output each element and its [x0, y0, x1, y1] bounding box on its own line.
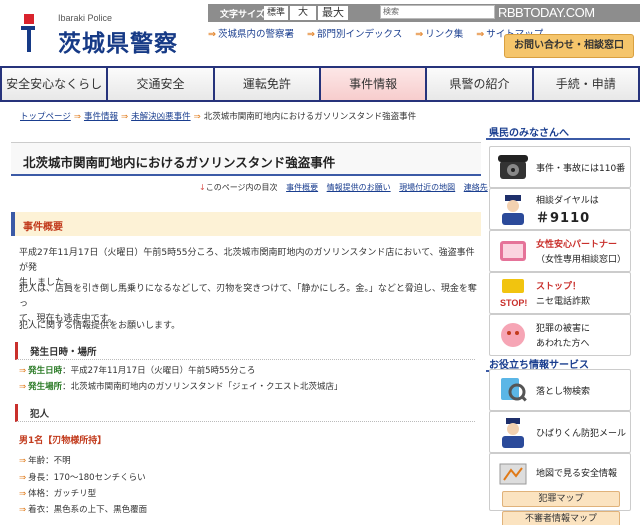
header-link-index[interactable]: ⇒ 部門別インデックス — [307, 29, 407, 40]
breadcrumb-current: 北茨城市関南町地内におけるガソリンスタンド強盗事件 — [203, 112, 417, 122]
sidebar-item-victims[interactable]: 犯罪の被害に あわれた方へ — [489, 314, 631, 356]
font-size-large-button[interactable]: 大 — [290, 6, 316, 20]
font-size-label: 文字サイズ — [220, 10, 265, 20]
page-toc: ↓このページ内の目次 事件概要 情報提供のお願い 現場付近の地図 連絡先 — [199, 182, 488, 193]
nav-item-traffic[interactable]: 交通安全 — [108, 68, 213, 100]
subheading-datetime: 発生日時・場所 — [15, 342, 475, 360]
bullet-icon: ⇒ — [19, 505, 27, 515]
breadcrumb: トップページ ⇒ 事件情報 ⇒ 未解決凶悪事件 ⇒ 北茨城市関南町地内におけるガソリンスタン… — [20, 110, 416, 122]
contact-button[interactable]: お問い合わせ・相談窓口 — [504, 34, 634, 58]
header-link-police-stations[interactable]: ⇒ 茨城県内の警察署 — [208, 29, 299, 40]
sidebar-heading-citizens: 県民のみなさんへ — [486, 124, 630, 140]
section-heading-overview: 事件概要 — [11, 212, 481, 236]
trait-item: ⇒ 体格：ガッチリ型 — [19, 489, 97, 499]
paragraph-request: 犯人に関する情報提供をお願いします。 — [19, 321, 181, 331]
page: Ibaraki Police 茨城県警察 文字サイズ 標準 大 最大 検索 RB… — [0, 0, 640, 525]
sidebar-item-110[interactable]: 事件・事故には110番 — [489, 146, 631, 188]
bullet-icon: ⇒ — [19, 456, 27, 466]
crime-map-button[interactable]: 犯罪マップ — [502, 491, 620, 507]
logo-english: Ibaraki Police — [58, 13, 113, 23]
map-icon — [499, 463, 527, 485]
police-officer-icon — [502, 195, 524, 225]
bullet-icon: ⇒ — [19, 489, 27, 499]
magnifier-icon — [501, 378, 527, 402]
header-links: ⇒茨城県内の警察署 ⇒部門別インデックス ⇒リンク集 ⇒サイトマップ — [208, 26, 553, 40]
header-link-links[interactable]: ⇒ リンク集 — [415, 29, 468, 40]
toc-link-request[interactable]: 情報提供のお願い — [327, 183, 391, 192]
arrow-icon: ⇒ — [476, 29, 485, 40]
watermark: RBBTODAY.COM — [498, 5, 595, 20]
site-logo[interactable]: Ibaraki Police 茨城県警察 — [18, 8, 213, 58]
victim-support-icon — [501, 323, 525, 347]
arrow-icon: ⇒ — [193, 112, 201, 122]
sidebar-item-crime-mail[interactable]: ひばりくん防犯メール — [489, 411, 631, 453]
logo-japanese: 茨城県警察 — [58, 30, 178, 57]
sidebar-item-fraud[interactable]: STOP! ストップ！ ニセ電話詐欺 — [489, 272, 631, 314]
datetime-row: ⇒ 発生日時：平成27年11月17日（火曜日）午前5時55分ころ — [19, 366, 256, 376]
breadcrumb-incidents[interactable]: 事件情報 — [84, 112, 118, 122]
trait-item: ⇒ 着衣：黒色系の上下、黒色覆面 — [19, 505, 148, 515]
nav-item-license[interactable]: 運転免許 — [214, 68, 319, 100]
svg-text:STOP!: STOP! — [500, 298, 527, 308]
arrow-icon: ⇒ — [415, 29, 424, 40]
main-content: 北茨城市関南町地内におけるガソリンスタンド強盗事件 ↓このページ内の目次 事件概… — [11, 124, 488, 525]
bullet-icon: ⇒ — [19, 382, 27, 392]
global-nav: 安全安心なくらし 交通安全 運転免許 事件情報 県警の紹介 手続・申請 — [0, 66, 640, 102]
suspicious-person-map-button[interactable]: 不審者情報マップ — [502, 511, 620, 525]
toc-label: このページ内の目次 — [205, 183, 278, 192]
telephone-icon — [498, 155, 528, 179]
arrow-icon: ⇒ — [208, 29, 216, 40]
breadcrumb-home[interactable]: トップページ — [20, 112, 71, 122]
toc-link-contact[interactable]: 連絡先 — [464, 183, 488, 192]
stop-fraud-icon: STOP! — [500, 279, 527, 308]
mascot-mail-icon — [502, 418, 524, 448]
smartphone-icon — [500, 241, 526, 261]
font-size-xlarge-button[interactable]: 最大 — [318, 6, 348, 20]
nav-item-about[interactable]: 県警の紹介 — [427, 68, 532, 100]
arrow-icon: ⇒ — [120, 112, 129, 122]
toc-link-map[interactable]: 現場付近の地図 — [399, 183, 455, 192]
subheading-suspect: 犯人 — [15, 404, 475, 422]
arrow-icon: ⇒ — [307, 29, 315, 40]
toc-link-overview[interactable]: 事件概要 — [286, 183, 318, 192]
page-title-box: 北茨城市関南町地内におけるガソリンスタンド強盗事件 — [11, 142, 481, 176]
bullet-icon: ⇒ — [19, 366, 27, 376]
sidebar: 県民のみなさんへ 事件・事故には110番 相談ダイヤルは ＃9110 女性安心パ… — [486, 122, 640, 525]
search-input[interactable]: 検索 — [380, 5, 495, 19]
sidebar-item-women-partner[interactable]: 女性安心パートナー （女性専用相談窓口） — [489, 230, 631, 272]
place-row: ⇒ 発生場所：北茨城市関南町地内のガソリンスタンド「ジェイ・クエスト北茨城店」 — [19, 382, 343, 392]
sidebar-item-9110[interactable]: 相談ダイヤルは ＃9110 — [489, 188, 631, 230]
down-arrow-icon: ↓ — [199, 183, 206, 192]
font-size-standard-button[interactable]: 標準 — [264, 6, 288, 20]
suspect-heading: 男1名【刃物様所持】 — [19, 436, 107, 446]
sidebar-item-lost-items[interactable]: 落とし物検索 — [489, 369, 631, 411]
nav-item-incidents[interactable]: 事件情報 — [320, 68, 426, 100]
trait-item: ⇒ 身長：170～180センチくらい — [19, 473, 146, 483]
breadcrumb-unsolved[interactable]: 未解決凶悪事件 — [131, 112, 191, 122]
page-title: 北茨城市関南町地内におけるガソリンスタンド強盗事件 — [23, 155, 336, 170]
nav-item-procedures[interactable]: 手続・申請 — [533, 68, 638, 100]
arrow-icon: ⇒ — [73, 112, 81, 122]
site-header: Ibaraki Police 茨城県警察 文字サイズ 標準 大 最大 検索 RB… — [0, 0, 640, 66]
police-emblem-icon — [21, 14, 35, 52]
bullet-icon: ⇒ — [19, 473, 27, 483]
nav-item-safety[interactable]: 安全安心なくらし — [2, 68, 107, 100]
trait-item: ⇒ 年齢：不明 — [19, 456, 71, 466]
